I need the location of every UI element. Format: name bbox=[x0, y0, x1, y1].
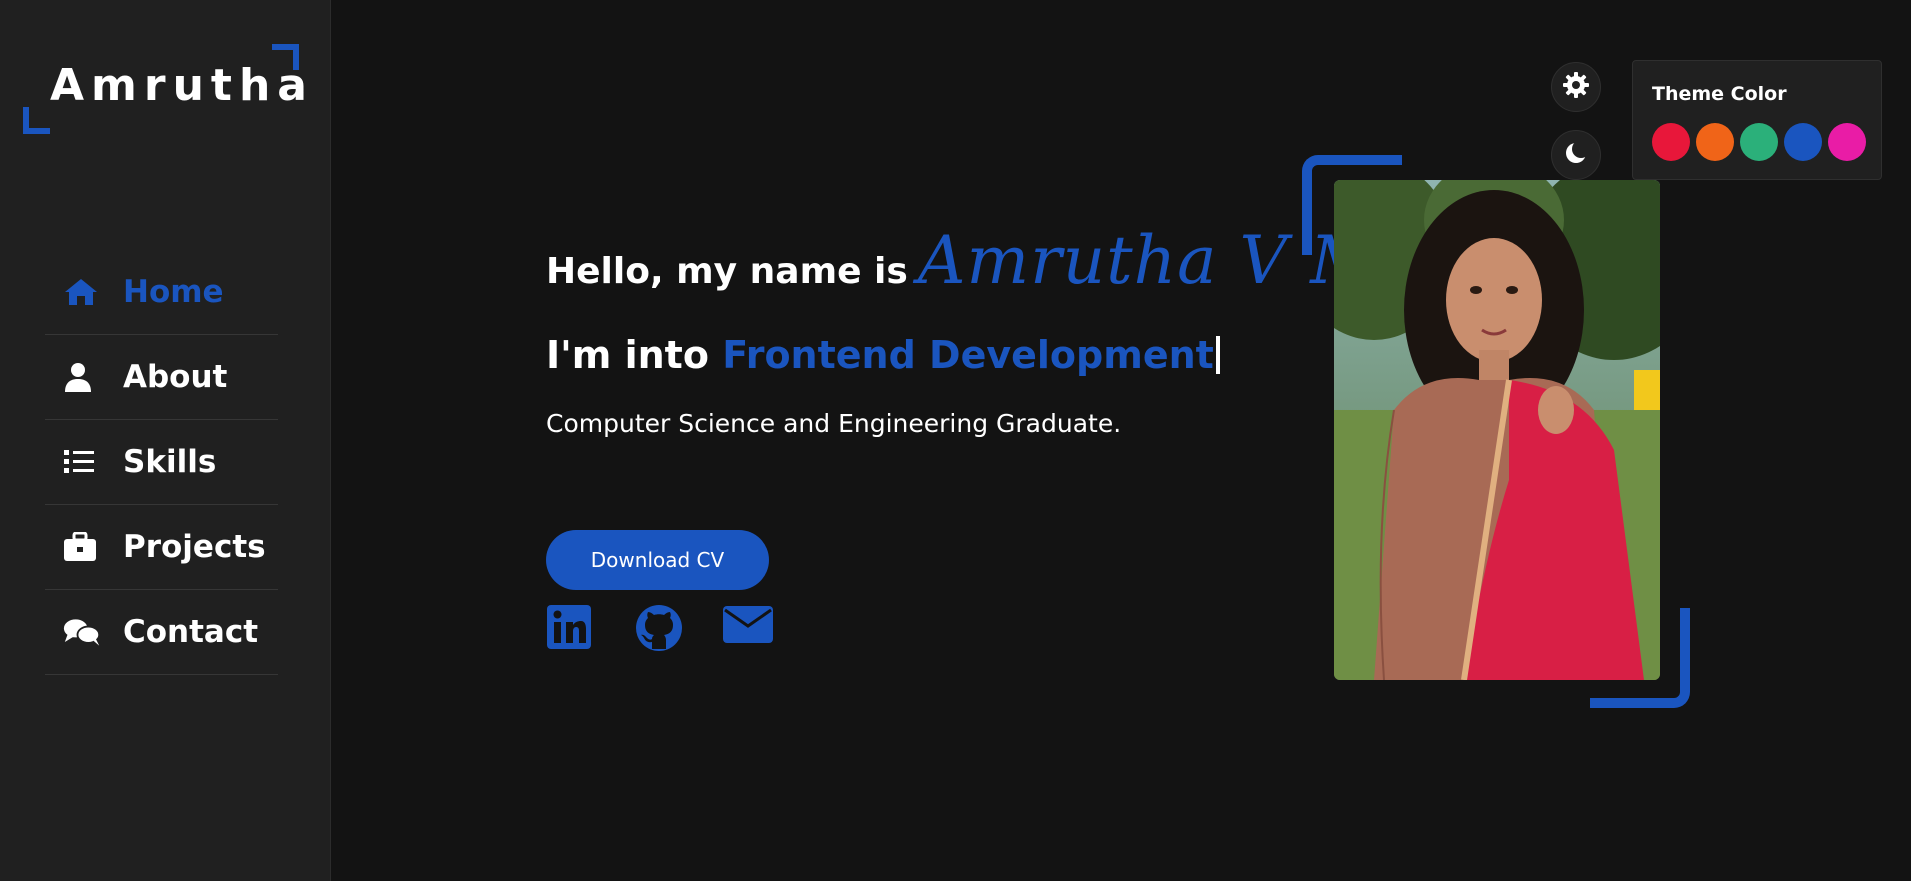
nav-label-home: Home bbox=[123, 274, 224, 310]
portfolio-page: Amrutha Home About Skills Projects Conta… bbox=[0, 0, 1911, 881]
moon-icon bbox=[1565, 140, 1590, 168]
profile-photo bbox=[1334, 180, 1660, 680]
role-highlight: Frontend Development bbox=[722, 333, 1214, 377]
gear-icon bbox=[1563, 72, 1589, 102]
nav-label-projects: Projects bbox=[123, 529, 266, 565]
hero-role: I'm into Frontend Development bbox=[546, 333, 1220, 377]
download-cv-button[interactable]: Download CV bbox=[546, 530, 769, 590]
theme-swatches bbox=[1652, 123, 1866, 161]
theme-color-title: Theme Color bbox=[1652, 83, 1787, 105]
nav-item-skills[interactable]: Skills bbox=[45, 420, 278, 505]
envelope-icon[interactable] bbox=[722, 604, 773, 650]
swatch-green[interactable] bbox=[1740, 123, 1778, 161]
user-icon bbox=[63, 361, 101, 393]
comments-icon bbox=[63, 616, 101, 648]
linkedin-icon[interactable] bbox=[546, 604, 596, 650]
site-logo[interactable]: Amrutha bbox=[50, 60, 314, 111]
home-icon bbox=[63, 276, 101, 308]
nav-item-contact[interactable]: Contact bbox=[45, 590, 278, 675]
social-links bbox=[546, 604, 773, 651]
typing-cursor bbox=[1215, 336, 1220, 374]
hero-subtitle: Computer Science and Engineering Graduat… bbox=[546, 409, 1122, 438]
swatch-blue[interactable] bbox=[1784, 123, 1822, 161]
swatch-pink[interactable] bbox=[1828, 123, 1866, 161]
briefcase-icon bbox=[63, 531, 101, 563]
nav-label-skills: Skills bbox=[123, 444, 217, 480]
role-prefix: I'm into bbox=[546, 333, 709, 377]
nav-label-contact: Contact bbox=[123, 614, 259, 650]
logo-corner-bottom-left bbox=[23, 107, 50, 134]
nav-label-about: About bbox=[123, 359, 228, 395]
settings-button[interactable] bbox=[1551, 62, 1601, 112]
sidebar: Amrutha Home About Skills Projects Conta… bbox=[0, 0, 331, 881]
nav-item-about[interactable]: About bbox=[45, 335, 278, 420]
hero-greeting: Hello, my name is Amrutha V M bbox=[546, 222, 1379, 299]
theme-color-panel: Theme Color bbox=[1632, 60, 1882, 180]
swatch-red[interactable] bbox=[1652, 123, 1690, 161]
greeting-text: Hello, my name is bbox=[546, 251, 908, 292]
nav-item-projects[interactable]: Projects bbox=[45, 505, 278, 590]
dark-mode-toggle[interactable] bbox=[1551, 130, 1601, 180]
list-icon bbox=[63, 446, 101, 478]
main-nav: Home About Skills Projects Contact bbox=[45, 250, 278, 675]
nav-item-home[interactable]: Home bbox=[45, 250, 278, 335]
github-icon[interactable] bbox=[634, 604, 684, 651]
swatch-orange[interactable] bbox=[1696, 123, 1734, 161]
